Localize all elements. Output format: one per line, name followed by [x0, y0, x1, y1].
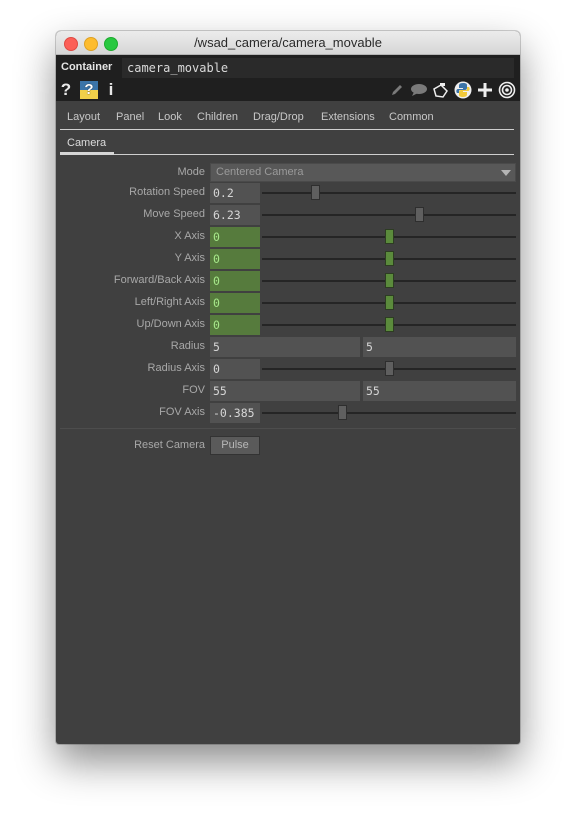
target-icon[interactable] — [498, 81, 516, 99]
slider-handle[interactable] — [415, 207, 425, 222]
mode-dropdown[interactable]: Centered Camera — [210, 163, 516, 182]
python-help-icon[interactable]: ? — [80, 81, 98, 99]
radius-field-1[interactable]: 5 — [210, 337, 360, 357]
param-rotation-speed: Rotation Speed 0.2 — [56, 183, 520, 203]
param-label: Reset Camera — [134, 439, 205, 451]
param-left-right-axis: Left/Right Axis 0 — [56, 293, 520, 313]
param-label: Radius Axis — [147, 362, 205, 374]
param-fov-axis: FOV Axis -0.385 — [56, 403, 520, 423]
y-axis-field[interactable]: 0 — [210, 249, 260, 269]
chevron-down-icon — [501, 170, 511, 176]
param-label: FOV Axis — [159, 406, 205, 418]
tab-look[interactable]: Look — [158, 111, 182, 123]
radius-field-2[interactable]: 5 — [363, 337, 516, 357]
param-label: Move Speed — [143, 208, 205, 220]
y-axis-slider[interactable] — [262, 249, 516, 269]
param-radius-axis: Radius Axis 0 — [56, 359, 520, 379]
help-icon[interactable]: ? — [59, 80, 73, 100]
param-up-down-axis: Up/Down Axis 0 — [56, 315, 520, 335]
tabs-divider — [60, 129, 514, 130]
param-label: Y Axis — [174, 252, 205, 264]
fov-axis-field[interactable]: -0.385 — [210, 403, 260, 423]
slider-handle[interactable] — [311, 185, 321, 200]
tab-panel[interactable]: Panel — [116, 111, 144, 123]
tab-camera[interactable]: Camera — [67, 137, 106, 149]
parameter-window: /wsad_camera/camera_movable Container ca… — [56, 31, 520, 744]
radius-axis-slider[interactable] — [262, 359, 516, 379]
tab-extensions[interactable]: Extensions — [321, 111, 375, 123]
param-y-axis: Y Axis 0 — [56, 249, 520, 269]
x-axis-field[interactable]: 0 — [210, 227, 260, 247]
active-tab-indicator — [60, 152, 114, 155]
page-tabs: Layout Panel Look Children Drag/Drop Ext… — [56, 101, 520, 131]
python-icon[interactable] — [454, 81, 472, 99]
tab-layout[interactable]: Layout — [67, 111, 100, 123]
clipboard-icon[interactable] — [432, 81, 450, 99]
param-label: FOV — [182, 384, 205, 396]
up-down-axis-field[interactable]: 0 — [210, 315, 260, 335]
param-label: Left/Right Axis — [134, 296, 205, 308]
operator-toolbar: ? ? i — [56, 79, 520, 101]
tab-drag-drop[interactable]: Drag/Drop — [253, 111, 304, 123]
rotation-speed-field[interactable]: 0.2 — [210, 183, 260, 203]
left-right-axis-field[interactable]: 0 — [210, 293, 260, 313]
up-down-axis-slider[interactable] — [262, 315, 516, 335]
slider-handle[interactable] — [385, 317, 394, 332]
operator-type: Container — [61, 61, 113, 73]
window-title: /wsad_camera/camera_movable — [194, 35, 382, 50]
title-bar[interactable]: /wsad_camera/camera_movable — [56, 31, 520, 55]
operator-name-field[interactable]: camera_movable — [122, 58, 514, 78]
fov-axis-slider[interactable] — [262, 403, 516, 423]
param-radius: Radius 5 5 — [56, 337, 520, 357]
pencil-icon[interactable] — [388, 81, 406, 99]
slider-handle[interactable] — [385, 273, 394, 288]
x-axis-slider[interactable] — [262, 227, 516, 247]
pulse-button[interactable]: Pulse — [210, 436, 260, 455]
tab-children[interactable]: Children — [197, 111, 238, 123]
slider-handle[interactable] — [385, 295, 394, 310]
info-icon[interactable]: i — [106, 80, 116, 100]
subtabs-divider — [60, 154, 514, 155]
slider-handle[interactable] — [338, 405, 347, 420]
param-move-speed: Move Speed 6.23 — [56, 205, 520, 225]
param-mode: Mode Centered Camera — [56, 163, 520, 183]
param-fov: FOV 55 55 — [56, 381, 520, 401]
operator-header: Container camera_movable — [56, 55, 520, 79]
forward-back-axis-field[interactable]: 0 — [210, 271, 260, 291]
plus-icon[interactable] — [476, 81, 494, 99]
section-divider — [60, 428, 516, 429]
param-x-axis: X Axis 0 — [56, 227, 520, 247]
rotation-speed-slider[interactable] — [262, 183, 516, 203]
param-label: X Axis — [174, 230, 205, 242]
forward-back-axis-slider[interactable] — [262, 271, 516, 291]
fov-field-2[interactable]: 55 — [363, 381, 516, 401]
param-reset-camera: Reset Camera Pulse — [56, 436, 520, 456]
comment-icon[interactable] — [410, 81, 428, 99]
param-forward-back-axis: Forward/Back Axis 0 — [56, 271, 520, 291]
left-right-axis-slider[interactable] — [262, 293, 516, 313]
radius-axis-field[interactable]: 0 — [210, 359, 260, 379]
param-label: Up/Down Axis — [136, 318, 205, 330]
param-label: Mode — [177, 166, 205, 178]
tab-common[interactable]: Common — [389, 111, 434, 123]
mode-value: Centered Camera — [216, 166, 304, 178]
move-speed-slider[interactable] — [262, 205, 516, 225]
slider-handle[interactable] — [385, 229, 394, 244]
fov-field-1[interactable]: 55 — [210, 381, 360, 401]
param-label: Forward/Back Axis — [113, 274, 205, 286]
move-speed-field[interactable]: 6.23 — [210, 205, 260, 225]
slider-handle[interactable] — [385, 251, 394, 266]
custom-page-tabs: Camera — [56, 131, 520, 157]
slider-handle[interactable] — [385, 361, 394, 376]
param-label: Radius — [170, 340, 205, 352]
param-label: Rotation Speed — [129, 186, 205, 198]
